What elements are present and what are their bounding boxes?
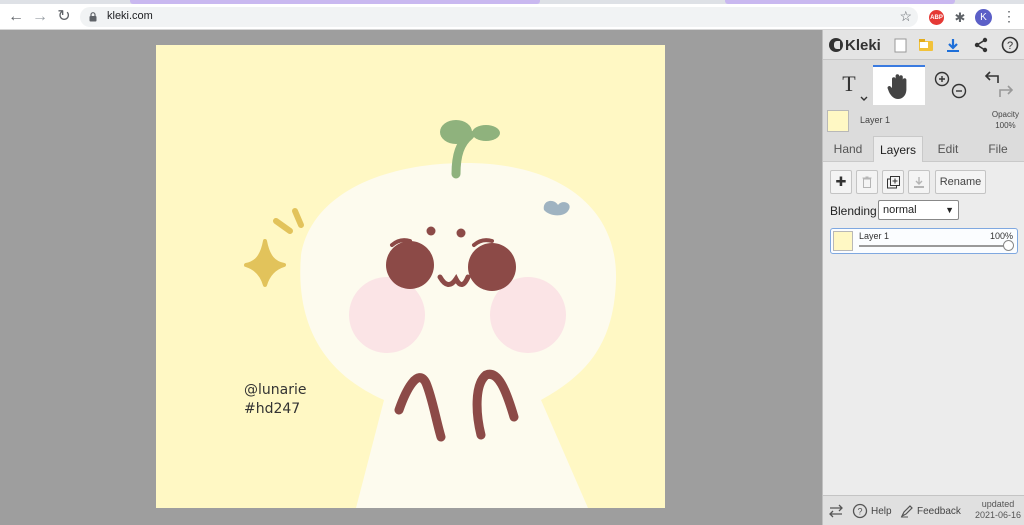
duplicate-layer-button[interactable] — [882, 170, 904, 194]
layer-name: Layer 1 — [859, 231, 890, 241]
panel-tabs: Hand Layers Edit File — [823, 136, 1024, 163]
zoom-in-icon — [934, 71, 950, 87]
merge-down-icon — [914, 176, 924, 188]
tool-panel: Kleki ? T Layer 1 Opacity 100% Hand Laye… — [822, 30, 1024, 525]
feedback-button[interactable]: Feedback — [900, 496, 961, 525]
back-icon[interactable]: ← — [7, 8, 25, 26]
hand-tool[interactable] — [873, 65, 925, 105]
updated-info: updated 2021-06-16 — [975, 499, 1021, 521]
tab-file[interactable]: File — [973, 136, 1023, 162]
panel-header: Kleki ? — [823, 30, 1024, 60]
svg-text:T: T — [842, 71, 856, 96]
tab-hand[interactable]: Hand — [823, 136, 873, 162]
kleki-logo-icon — [829, 38, 843, 52]
lock-icon — [89, 12, 97, 22]
zoom-out-icon — [951, 83, 967, 99]
bookmark-star-icon[interactable]: ☆ — [899, 8, 912, 25]
current-layer-name: Layer 1 — [860, 115, 891, 125]
text-tool[interactable]: T — [829, 65, 873, 105]
rename-layer-button[interactable]: Rename — [935, 170, 986, 194]
swap-arrows-icon — [829, 504, 843, 518]
help-button[interactable]: ? Help — [852, 496, 892, 525]
address-bar[interactable]: kleki.com ☆ — [80, 7, 918, 27]
layer-thumbnail[interactable] — [827, 110, 849, 132]
drawing-canvas[interactable]: @lunarie #hd247 — [156, 45, 665, 508]
artwork-illustration — [244, 120, 617, 508]
blending-mode-select[interactable]: normal ▼ — [878, 200, 959, 220]
delete-layer-button[interactable] — [856, 170, 878, 194]
open-folder-icon[interactable] — [916, 35, 936, 55]
layer-opacity-slider-track[interactable] — [859, 245, 1007, 247]
chevron-down-icon: ▼ — [945, 205, 954, 215]
plus-icon: ✚ — [835, 174, 847, 189]
extensions-puzzle-icon[interactable]: ✱ — [951, 8, 969, 26]
zoom-controls — [928, 65, 972, 105]
feedback-label: Feedback — [917, 505, 961, 517]
blending-mode-value: normal — [883, 204, 917, 216]
canvas-area[interactable]: @lunarie #hd247 — [0, 30, 822, 525]
kleki-logo[interactable]: Kleki — [829, 36, 881, 54]
signature-tag: #hd247 — [244, 401, 301, 417]
help-circle-icon: ? — [852, 503, 868, 519]
browser-toolbar: ← → ↻ kleki.com ☆ ABP ✱ K ⋮ — [0, 4, 1024, 30]
swap-sides-button[interactable] — [828, 496, 844, 525]
duplicate-icon — [886, 175, 900, 188]
undo-icon — [984, 71, 999, 83]
download-icon[interactable] — [943, 35, 963, 55]
svg-text:?: ? — [857, 507, 862, 517]
artist-signature: @lunarie #hd247 — [244, 381, 306, 419]
trash-icon — [862, 176, 872, 188]
reload-icon[interactable]: ↻ — [55, 8, 73, 26]
merge-down-button[interactable] — [908, 170, 930, 194]
updated-label: updated — [981, 499, 1015, 509]
layer-thumbnail — [833, 231, 853, 251]
tool-row: T — [823, 65, 1024, 105]
layer-opacity-slider-handle[interactable] — [1003, 240, 1014, 251]
current-layer-info: Layer 1 Opacity 100% — [823, 108, 1024, 134]
help-label: Help — [871, 505, 892, 517]
forward-icon[interactable]: → — [31, 8, 49, 26]
profile-avatar[interactable]: K — [975, 9, 992, 26]
tab-edit[interactable]: Edit — [923, 136, 973, 162]
add-layer-button[interactable]: ✚ — [830, 170, 852, 194]
adblock-extension-icon[interactable]: ABP — [929, 10, 944, 25]
opacity-label: Opacity — [991, 110, 1019, 119]
brand-name: Kleki — [845, 36, 881, 54]
feedback-pencil-icon — [900, 505, 913, 518]
share-icon[interactable] — [971, 35, 991, 55]
layers-panel: ✚ Rename Blending normal ▼ Layer 1 100% — [823, 162, 1024, 495]
updated-date: 2021-06-16 — [974, 510, 1021, 520]
browser-menu-icon[interactable]: ⋮ — [1002, 9, 1016, 23]
opacity-readout: Opacity 100% — [992, 109, 1019, 131]
layer-list-item[interactable]: Layer 1 100% — [830, 228, 1018, 254]
panel-footer: ? Help Feedback updated 2021-06-16 — [823, 495, 1024, 525]
blending-label: Blending — [830, 204, 877, 218]
new-image-icon[interactable] — [890, 35, 910, 55]
undo-redo-controls — [976, 65, 1022, 105]
tab-layers[interactable]: Layers — [873, 136, 923, 163]
opacity-value: 100% — [995, 121, 1016, 130]
signature-handle: @lunarie — [244, 382, 307, 398]
svg-text:?: ? — [1007, 40, 1013, 52]
help-icon[interactable]: ? — [1000, 35, 1020, 55]
redo-icon — [999, 85, 1014, 97]
url-text: kleki.com — [107, 10, 153, 22]
